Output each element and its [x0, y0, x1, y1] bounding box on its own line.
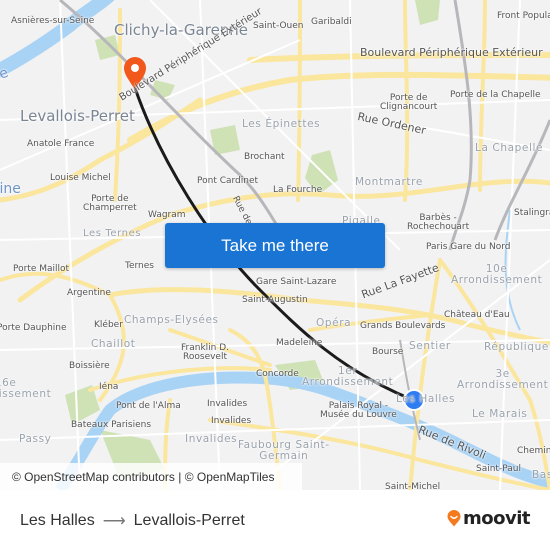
label-passy: Passy — [19, 433, 52, 445]
label-3e-arrondissement: 3e Arrondissement — [457, 368, 549, 391]
label-stalingrad: Stalingrad — [514, 208, 550, 218]
label-10e-arrondissement: 10e Arrondissement — [451, 263, 543, 286]
label-gare-saint-lazare: Gare Saint-Lazare — [256, 277, 337, 287]
label-saint-paul: Saint-Paul — [476, 464, 521, 474]
label-garibaldi: Garibaldi — [311, 17, 352, 27]
street — [0, 339, 550, 351]
label-opera: Opéra — [316, 317, 352, 329]
label-front-populaire: Front Populaire — [497, 11, 550, 21]
label-bourse: Bourse — [372, 347, 404, 357]
label-kleber: Kléber — [94, 320, 123, 330]
label-invalides-district: Invalides — [185, 433, 238, 445]
route-footer: Les Halles ⟶ Levallois-Perret moovit — [0, 490, 550, 550]
label-porte-maillot: Porte Maillot — [13, 264, 70, 274]
label-palais-royal: Palais Royal - Musée du Louvre — [320, 401, 397, 420]
label-invalides-station: Invalides — [207, 399, 248, 409]
label-ternes: Ternes — [125, 261, 154, 271]
label-les-epinettes: Les Épinettes — [242, 118, 321, 130]
label-republique: République — [484, 341, 549, 353]
label-seine-west: Seine — [0, 181, 21, 197]
label-16e-arrondissement: 16e Arrondissement — [0, 377, 52, 400]
label-iena: Iéna — [99, 382, 119, 392]
label-bateaux-parisiens: Bateaux Parisiens — [71, 420, 152, 430]
label-bastille: Bas — [532, 469, 550, 481]
label-levallois: Levallois-Perret — [20, 107, 135, 125]
label-bd-peripherique: Boulevard Périphérique Extérieur — [360, 46, 543, 59]
label-louise-michel: Louise Michel — [50, 173, 111, 183]
label-porte-chapelle: Porte de la Chapelle — [450, 90, 541, 100]
label-saint-augustin: Saint-Augustin — [242, 295, 308, 305]
label-franklin-roosevelt: Franklin D. Roosevelt — [181, 343, 230, 362]
label-asnieres: Asnières-sur-Seine — [11, 16, 95, 26]
label-argentine: Argentine — [67, 288, 111, 298]
route-title: Les Halles ⟶ Levallois-Perret — [20, 511, 245, 531]
label-1er-arrondissement: 1er Arrondissement — [302, 365, 394, 388]
label-boissiere: Boissière — [69, 361, 110, 371]
label-paris-gare-nord: Paris Gare du Nord — [426, 242, 511, 252]
seine-river — [0, 0, 115, 78]
road — [408, 258, 442, 490]
label-la-fourche: La Fourche — [273, 185, 323, 195]
route-origin: Les Halles — [20, 512, 95, 529]
label-porte-dauphine: Porte Dauphine — [0, 323, 67, 333]
label-la-chapelle: La Chapelle — [475, 142, 544, 154]
map-attribution[interactable]: © OpenStreetMap contributors | © OpenMap… — [0, 463, 302, 490]
label-brochant: Brochant — [244, 152, 285, 162]
label-sentier: Sentier — [409, 340, 451, 352]
label-champs-elysees: Champs-Elysées — [124, 314, 219, 326]
route-destination: Levallois-Perret — [133, 512, 245, 529]
moovit-logo[interactable]: moovit — [447, 508, 531, 529]
moovit-pin-icon — [447, 510, 461, 527]
park — [415, 0, 440, 25]
label-faubourg-saint-germain: Faubourg Saint- Germain — [238, 439, 330, 462]
label-saint-michel: Saint-Michel — [385, 482, 441, 491]
label-barbes: Barbès - Rochechouart — [407, 213, 470, 232]
label-pont-alma: Pont de l'Alma — [116, 401, 181, 411]
label-wagram: Wagram — [148, 210, 186, 220]
label-porte-champerret: Porte de Champerret — [83, 194, 137, 213]
label-concorde: Concorde — [256, 369, 299, 379]
arrow-right-icon: ⟶ — [102, 513, 126, 530]
label-pont-cardinet: Pont Cardinet — [197, 176, 259, 186]
street — [59, 0, 81, 490]
label-les-halles: Les Halles — [396, 393, 456, 405]
label-chateau-eau: Château d'Eau — [444, 310, 510, 320]
moovit-wordmark: moovit — [463, 508, 531, 529]
label-chemin-vert: Chemin — [517, 446, 550, 456]
park — [65, 385, 100, 425]
label-les-ternes: Les Ternes — [83, 228, 142, 239]
label-le-marais: Le Marais — [472, 408, 528, 420]
map-canvas[interactable]: Asnières-sur-Seine Clichy-la-Garenne Sai… — [0, 0, 550, 490]
label-grands-boulevards: Grands Boulevards — [360, 321, 446, 331]
label-anatole-france: Anatole France — [27, 139, 95, 149]
label-chaillot: Chaillot — [91, 338, 136, 350]
label-porte-clignancourt: Porte de Clignancourt — [380, 93, 438, 112]
label-invalides-station-2: Invalides — [211, 416, 252, 426]
label-montmartre: Montmartre — [355, 176, 423, 188]
label-madeleine: Madeleine — [276, 338, 323, 348]
take-me-there-button[interactable]: Take me there — [165, 223, 385, 268]
label-saint-ouen: Saint-Ouen — [253, 21, 304, 31]
